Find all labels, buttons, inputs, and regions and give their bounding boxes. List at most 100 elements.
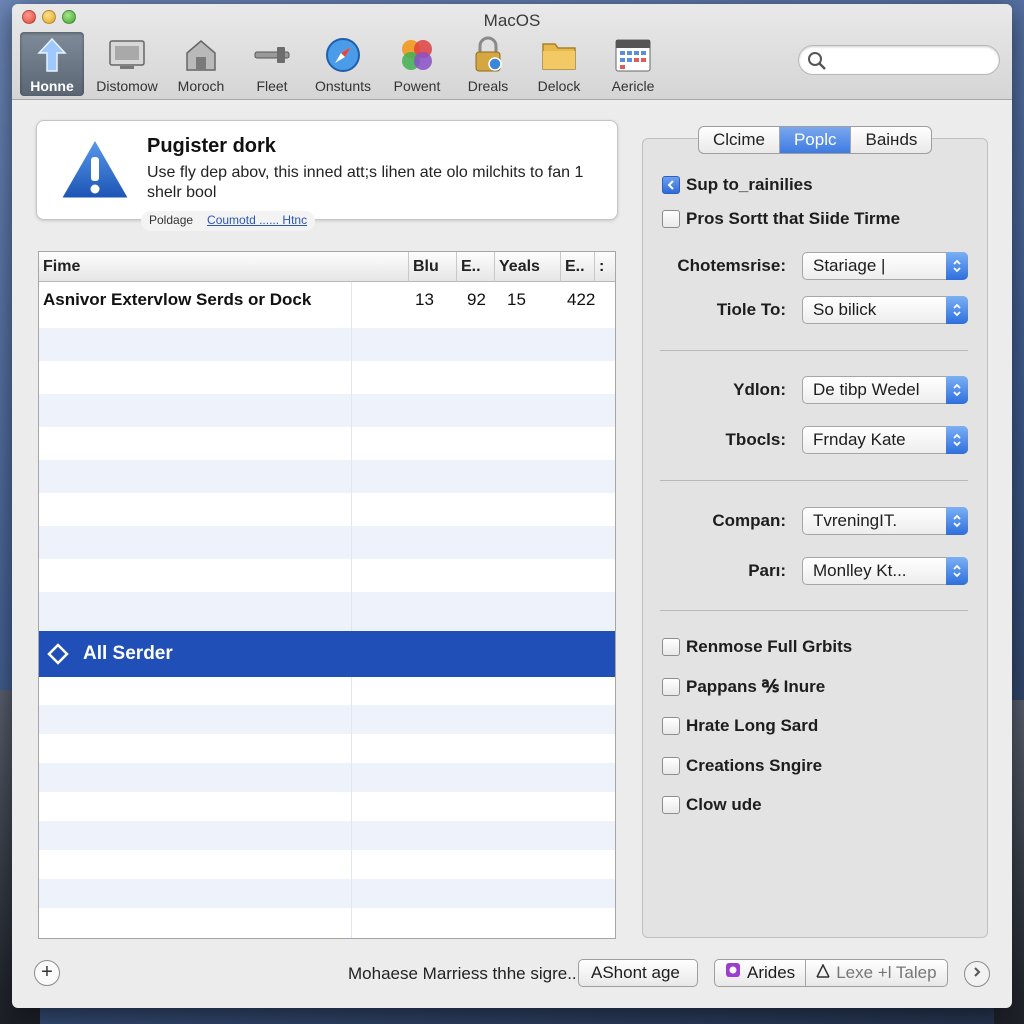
checkbox-pappans-inure[interactable]: Pappans ℁ Inure bbox=[662, 677, 825, 697]
column-header-e[interactable]: E.. bbox=[457, 252, 495, 282]
checkbox-hrate-long-sard[interactable]: Hrate Long Sard bbox=[662, 716, 818, 736]
toolbar-item-delock[interactable]: Delock bbox=[522, 32, 596, 96]
empty-row bbox=[39, 526, 615, 559]
calendar-icon bbox=[614, 36, 652, 74]
search-field[interactable] bbox=[798, 45, 1000, 75]
toolbar-item-fleet[interactable]: Fleet bbox=[238, 32, 306, 96]
column-header-fime[interactable]: Fime bbox=[39, 252, 409, 282]
home-arrow-icon bbox=[33, 36, 71, 74]
lexe-talep-button[interactable]: Lexe +l Talep bbox=[805, 960, 946, 986]
checkbox-renmose-full-grbits[interactable]: Renmose Full Grbits bbox=[662, 637, 852, 657]
hammer-icon bbox=[253, 36, 291, 74]
popup-value: Frnday Kate bbox=[813, 430, 906, 449]
table-header: Fime Blu E.. Yeals E.. : bbox=[39, 252, 615, 282]
cell-blu: 13 bbox=[415, 290, 434, 309]
toolbar-item-dreals[interactable]: Dreals bbox=[454, 32, 522, 96]
checkbox-box[interactable] bbox=[662, 717, 680, 735]
toolbar-item-home[interactable]: Honne bbox=[20, 32, 84, 96]
alert-message: Use fly dep abov, this inned att;s lihen… bbox=[147, 164, 584, 201]
checkbox-label: Pappans ℁ Inure bbox=[686, 677, 826, 696]
checkbox-box[interactable] bbox=[662, 678, 680, 696]
alert-link[interactable]: Coumotd ...... Htnc bbox=[207, 213, 307, 229]
status-text: Mohaese Marriess thhe sigre.. bbox=[348, 964, 577, 983]
arides-label: Arides bbox=[747, 963, 796, 982]
toolbar-item-label: Honne bbox=[30, 78, 74, 94]
alert-title: Pugister dork bbox=[147, 135, 276, 157]
checkbox-box[interactable] bbox=[662, 757, 680, 775]
arides-button[interactable]: Arides bbox=[715, 960, 805, 986]
segmented-control: Clcime Poplc Baінds bbox=[698, 126, 933, 154]
popup-compan[interactable]: TvreningIT. bbox=[802, 507, 968, 535]
toolbar-item-label: Fleet bbox=[256, 78, 288, 94]
column-header-blu[interactable]: Blu bbox=[409, 252, 457, 282]
checkbox-clow-ude[interactable]: Clow ude bbox=[662, 795, 762, 815]
checkbox-box[interactable] bbox=[662, 796, 680, 814]
separator bbox=[660, 480, 968, 481]
house-icon bbox=[182, 36, 220, 74]
column-header-e2[interactable]: E.. bbox=[561, 252, 595, 282]
toolbar: MacOS Honne Distomow Moroch Fleet Onstun… bbox=[12, 4, 1012, 100]
checkbox-label: Clow ude bbox=[686, 795, 762, 814]
lexe-talep-label: Lexe +l Talep bbox=[836, 963, 937, 982]
checkbox-pros-sortt[interactable]: Pros Sortt that Siide Tirme bbox=[662, 209, 900, 229]
help-button[interactable] bbox=[964, 961, 990, 987]
display-icon bbox=[108, 36, 146, 74]
checkbox-creations-sngire[interactable]: Creations Sngire bbox=[662, 756, 822, 776]
app-square-icon bbox=[725, 960, 741, 986]
empty-row bbox=[39, 821, 615, 850]
field-label-ydlon: Ydlon: bbox=[733, 380, 786, 399]
selected-row[interactable]: All Serder bbox=[39, 631, 615, 677]
field-label-chotemsrise: Chotemsrise: bbox=[677, 256, 786, 275]
cell-name: Asnivor Extervlow Serds or Dock bbox=[43, 290, 312, 309]
app-window: MacOS Honne Distomow Moroch Fleet Onstun… bbox=[12, 4, 1012, 1008]
toolbar-item-label: Aericle bbox=[611, 78, 655, 94]
up-down-chevron-icon bbox=[946, 376, 968, 404]
empty-row bbox=[39, 493, 615, 526]
popup-tbocls[interactable]: Frnday Kate bbox=[802, 426, 968, 454]
column-header-more[interactable]: : bbox=[595, 252, 615, 282]
cell-yeals: 15 bbox=[507, 290, 526, 309]
toolbar-item-onstunts[interactable]: Onstunts bbox=[306, 32, 380, 96]
toolbar-item-label: Distomow bbox=[96, 78, 158, 94]
column-divider bbox=[351, 282, 352, 328]
bottom-bar: + Mohaese Marriess thhe sigre.. AShont a… bbox=[12, 954, 1012, 1008]
up-down-chevron-icon bbox=[946, 507, 968, 535]
popup-pari[interactable]: Monlley Kt... bbox=[802, 557, 968, 585]
color-palette-icon bbox=[398, 36, 436, 74]
table-row[interactable]: Asnivor Extervlow Serds or Dock 13 92 15… bbox=[39, 282, 615, 328]
separator bbox=[660, 610, 968, 611]
selected-row-label: All Serder bbox=[83, 643, 173, 664]
warning-icon bbox=[57, 135, 133, 208]
popup-chotemsrise[interactable]: Stariage | bbox=[802, 252, 968, 280]
toolbar-item-moroch[interactable]: Moroch bbox=[164, 32, 238, 96]
alert-panel: Pugister dork Use fly dep abov, this inn… bbox=[36, 120, 618, 231]
add-button[interactable]: + bbox=[34, 960, 60, 986]
window-title: MacOS bbox=[483, 11, 541, 30]
field-label-pari: Parı: bbox=[748, 561, 786, 580]
checkbox-label: Sup to_rainilies bbox=[686, 175, 813, 194]
checkbox-checked-icon[interactable] bbox=[662, 176, 680, 194]
checkbox-sup-to-rainilies[interactable]: Sup to_rainilies bbox=[662, 175, 813, 195]
popup-ydlon[interactable]: De tibp Wedel bbox=[802, 376, 968, 404]
chevron-right-icon bbox=[972, 965, 982, 983]
checkbox-box[interactable] bbox=[662, 210, 680, 228]
checkbox-label: Creations Sngire bbox=[686, 756, 823, 775]
tab-poplc[interactable]: Poplc bbox=[779, 127, 852, 153]
empty-row bbox=[39, 427, 615, 460]
tab-bainds[interactable]: Baінds bbox=[851, 127, 931, 153]
search-icon bbox=[807, 51, 827, 76]
bottom-button-group: Arides Lexe +l Talep bbox=[714, 959, 948, 987]
field-label-compan: Compan: bbox=[712, 511, 786, 530]
tab-clcime[interactable]: Clcime bbox=[699, 127, 780, 153]
field-label-tiole-to: Tiole To: bbox=[716, 300, 786, 319]
toolbar-item-distomow[interactable]: Distomow bbox=[90, 32, 164, 96]
column-header-yeals[interactable]: Yeals bbox=[495, 252, 561, 282]
empty-row bbox=[39, 705, 615, 734]
search-input[interactable] bbox=[833, 51, 991, 71]
toolbar-item-aericle[interactable]: Aericle bbox=[596, 32, 670, 96]
popup-tiole-to[interactable]: So bilick bbox=[802, 296, 968, 324]
ashont-age-button[interactable]: AShont age bbox=[578, 959, 698, 987]
toolbar-item-powent[interactable]: Powent bbox=[380, 32, 454, 96]
checkbox-box[interactable] bbox=[662, 638, 680, 656]
toolbar-item-label: Onstunts bbox=[314, 78, 372, 94]
